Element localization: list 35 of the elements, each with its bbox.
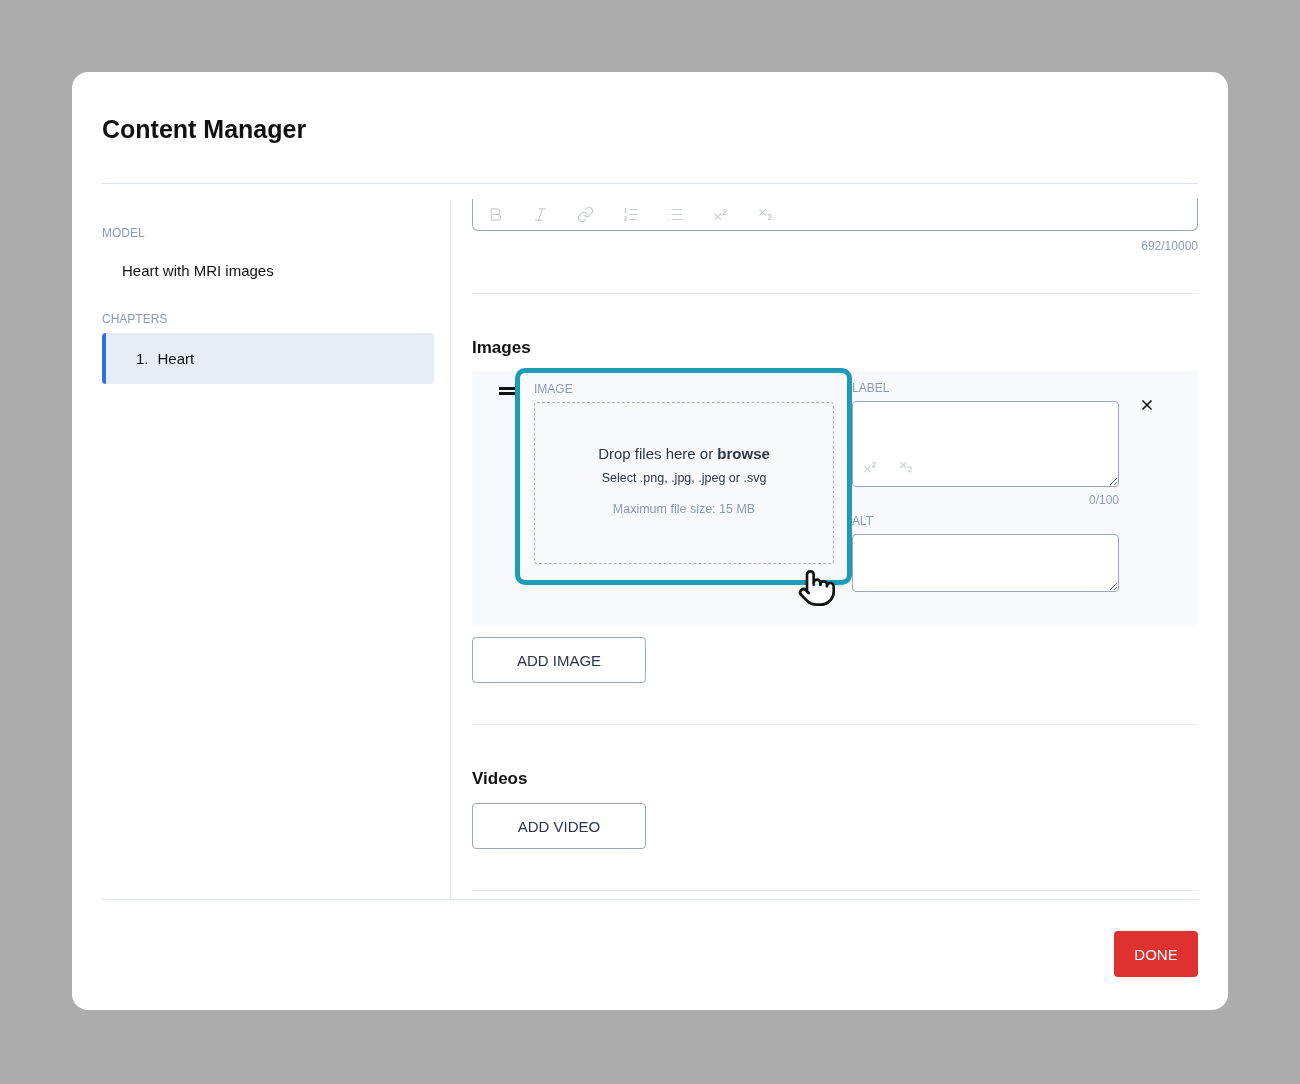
section-title: Images	[472, 338, 532, 358]
section-heading: CHAPTERS	[102, 312, 169, 326]
character-counter: 0/100	[1088, 493, 1119, 507]
add-video-button[interactable]: ADD VIDEO	[472, 803, 646, 849]
dropzone-size-limit: Maximum file size: 15 MB	[612, 502, 756, 516]
text-editor[interactable]	[472, 199, 1198, 231]
dropzone-prompt: Drop files here or browse	[598, 445, 770, 462]
close-icon[interactable]	[1139, 397, 1155, 413]
dialog-title: Content Manager	[102, 114, 307, 144]
alt-field[interactable]	[852, 534, 1119, 592]
chapter-item[interactable]: 1. Heart	[102, 333, 434, 384]
section-title: Videos	[472, 769, 529, 789]
character-counter: 692/10000	[1141, 239, 1198, 253]
chapter-title: Heart	[157, 350, 195, 367]
bullet-list-icon[interactable]	[667, 206, 684, 223]
subscript-icon[interactable]	[757, 206, 774, 223]
model-name: Heart with MRI images	[121, 261, 275, 279]
superscript-icon[interactable]	[712, 206, 729, 223]
dropzone-formats: Select .png, .jpg, .jpeg or .svg	[601, 471, 767, 485]
done-button[interactable]: DONE	[1114, 931, 1198, 977]
numbered-list-icon[interactable]	[622, 206, 639, 223]
link-icon[interactable]	[577, 206, 594, 223]
hand-cursor-icon	[797, 568, 837, 608]
field-label: LABEL	[852, 381, 891, 395]
subscript-icon	[898, 459, 914, 475]
file-dropzone[interactable]: Drop files here or browse Select .png, .jpg, .jpeg or .svg Maximum file size: 15 MB	[534, 402, 834, 564]
section-heading: MODEL	[102, 226, 146, 240]
field-label: ALT	[852, 514, 875, 528]
label-field[interactable]	[852, 401, 1119, 487]
add-image-button[interactable]: ADD IMAGE	[472, 637, 646, 683]
drag-handle-icon[interactable]	[499, 387, 515, 395]
italic-icon[interactable]	[532, 206, 549, 223]
superscript-icon	[862, 459, 878, 475]
chapter-number: 1.	[136, 350, 149, 367]
field-label: IMAGE	[534, 382, 574, 396]
